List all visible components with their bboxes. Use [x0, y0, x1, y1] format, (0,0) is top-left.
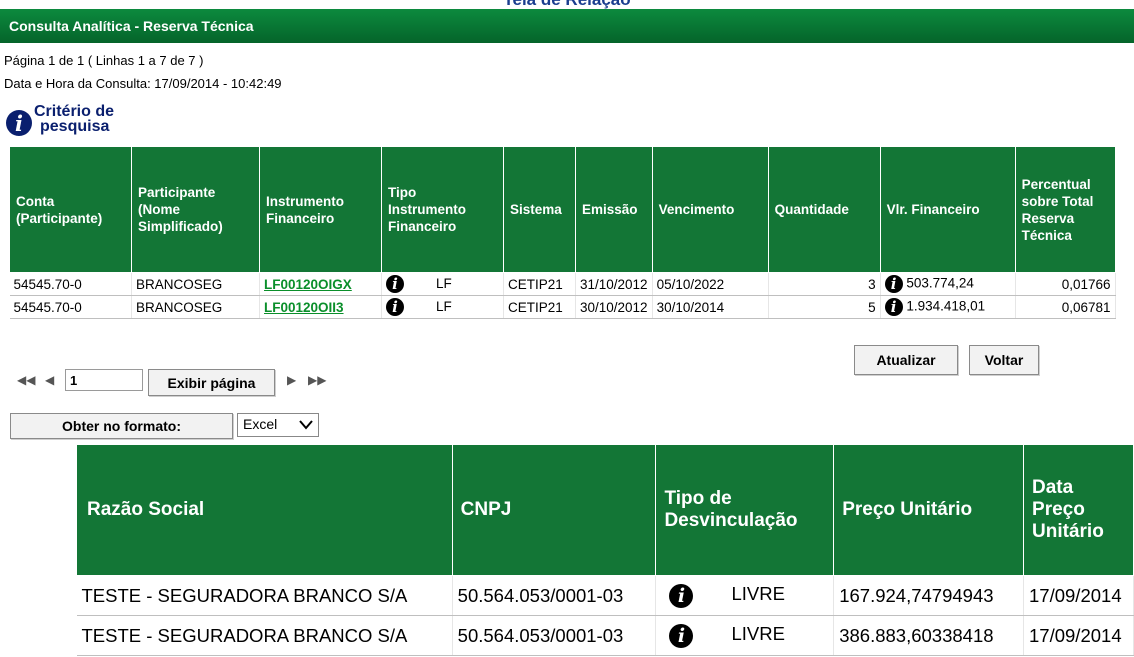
cell-tipo: LF	[436, 298, 452, 314]
cell-valor: 1.934.418,01	[906, 298, 986, 314]
prev-page-icon[interactable]: ◀	[45, 373, 54, 387]
cell-data-preco: 17/09/2014	[1023, 615, 1134, 656]
back-button[interactable]: Voltar	[969, 345, 1039, 375]
cell-percentual: 0,01766	[1015, 272, 1116, 296]
cell-preco-unitario: 386.883,60338418	[833, 615, 1025, 656]
table-row: TESTE - SEGURADORA BRANCO S/A 50.564.053…	[76, 615, 1134, 656]
cell-razao-social: TESTE - SEGURADORA BRANCO S/A	[76, 575, 453, 616]
col-header-quantidade[interactable]: Quantidade	[767, 146, 881, 273]
cell-vencimento: 05/10/2022	[652, 272, 769, 296]
cell-vencimento: 30/10/2014	[652, 295, 769, 319]
cell-sistema: CETIP21	[503, 272, 576, 296]
col-header-preco-unitario[interactable]: Preço Unitário	[833, 444, 1025, 576]
last-page-icon[interactable]: ▶▶	[308, 373, 326, 387]
cell-tipo: LF	[436, 275, 452, 291]
info-icon[interactable]: i	[386, 298, 404, 316]
cell-razao-social: TESTE - SEGURADORA BRANCO S/A	[76, 615, 453, 656]
info-icon[interactable]: i	[884, 275, 903, 293]
col-header-emissao[interactable]: Emissão	[575, 146, 653, 273]
col-header-conta[interactable]: Conta (Participante)	[9, 146, 132, 273]
screen-title: Tela de Relação	[0, 0, 1134, 9]
col-header-vencimento[interactable]: Vencimento	[651, 146, 769, 273]
cell-quantidade: 3	[768, 272, 881, 296]
col-header-cnpj[interactable]: CNPJ	[451, 444, 657, 576]
cell-preco-unitario: 167.924,74794943	[833, 575, 1025, 616]
cell-conta: 54545.70-0	[9, 272, 132, 296]
info-icon[interactable]: i	[884, 298, 903, 316]
cell-data-preco: 17/09/2014	[1023, 575, 1134, 616]
first-page-icon[interactable]: ◀◀	[17, 373, 35, 387]
cell-participante: BRANCOSEG	[131, 272, 260, 296]
info-icon[interactable]: i	[386, 275, 404, 293]
page-header: Consulta Analítica - Reserva Técnica	[0, 9, 1134, 43]
table-row: 54545.70-0 BRANCOSEG LF00120OIGX i LF CET…	[9, 272, 1116, 296]
cell-sistema: CETIP21	[503, 295, 576, 319]
pagination-info: Página 1 de 1 ( Linhas 1 a 7 de 7 )	[4, 53, 204, 68]
cell-tipo-desvinculacao: LIVRE	[731, 623, 785, 645]
reserva-tecnica-table: Conta (Participante) Participante (Nome …	[9, 146, 1116, 319]
format-selected-value: Excel	[243, 416, 278, 432]
cell-percentual: 0,06781	[1015, 295, 1116, 319]
cell-tipo-desvinculacao: LIVRE	[731, 583, 785, 605]
col-header-tipo[interactable]: Tipo Instrumento Financeiro	[381, 146, 504, 273]
col-header-valor[interactable]: Vlr. Financeiro	[879, 146, 1016, 273]
col-header-instrumento[interactable]: Instrumento Financeiro	[259, 146, 382, 273]
instrumento-link[interactable]: LF00120OII3	[264, 300, 344, 315]
col-header-percentual[interactable]: Percentual sobre Total Reserva Técnica	[1014, 146, 1116, 273]
col-header-razao-social[interactable]: Razão Social	[76, 444, 453, 576]
table-row: 54545.70-0 BRANCOSEG LF00120OII3 i LF CET…	[9, 295, 1116, 319]
info-icon[interactable]: i	[669, 623, 694, 648]
next-page-icon[interactable]: ▶	[287, 373, 296, 387]
col-header-tipo-desvinculacao[interactable]: Tipo de Desvinculação	[655, 444, 835, 576]
col-header-sistema[interactable]: Sistema	[503, 146, 576, 273]
criterio-pesquisa-link[interactable]: Critério de pesquisa	[34, 103, 115, 135]
format-select[interactable]: Excel	[237, 413, 319, 437]
page-number-input[interactable]	[65, 369, 143, 391]
info-icon[interactable]: i	[6, 110, 32, 136]
cell-conta: 54545.70-0	[9, 295, 132, 319]
instrumento-link[interactable]: LF00120OIGX	[264, 277, 352, 292]
cell-cnpj: 50.564.053/0001-03	[452, 615, 657, 656]
consult-datetime: Data e Hora da Consulta: 17/09/2014 - 10…	[4, 76, 282, 91]
update-button[interactable]: Atualizar	[854, 345, 958, 375]
cell-participante: BRANCOSEG	[131, 295, 260, 319]
cell-valor: 503.774,24	[906, 275, 974, 291]
col-header-data-preco[interactable]: Data Preço Unitário	[1023, 444, 1134, 576]
chevron-down-icon	[299, 420, 313, 430]
cell-cnpj: 50.564.053/0001-03	[452, 575, 657, 616]
col-header-participante[interactable]: Participante (Nome Simplificado)	[131, 146, 260, 273]
cell-quantidade: 5	[768, 295, 881, 319]
show-page-button[interactable]: Exibir página	[148, 369, 275, 396]
info-icon[interactable]: i	[669, 583, 694, 608]
criterio-line1: Critério de	[34, 103, 115, 120]
table-row: TESTE - SEGURADORA BRANCO S/A 50.564.053…	[76, 575, 1134, 616]
get-format-button[interactable]: Obter no formato:	[10, 413, 233, 439]
cell-emissao: 30/10/2012	[575, 295, 653, 319]
cell-emissao: 31/10/2012	[575, 272, 653, 296]
criterio-line2: pesquisa	[40, 118, 110, 135]
desvinculacao-table: Razão Social CNPJ Tipo de Desvinculação …	[76, 444, 1134, 656]
